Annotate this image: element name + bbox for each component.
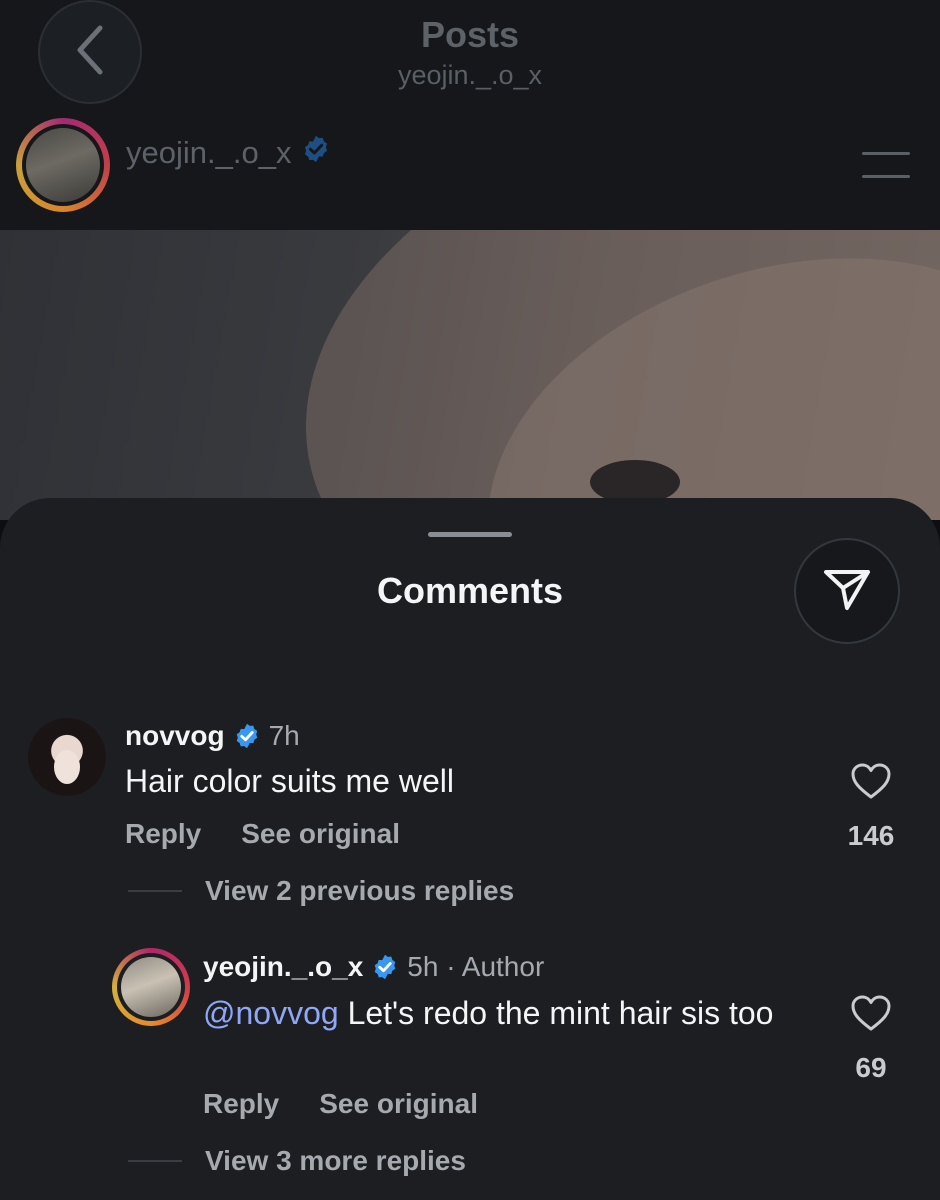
comment-header: yeojin._.o_x 5h · Author (203, 951, 544, 983)
verified-badge-icon (301, 134, 331, 172)
view-more-replies[interactable]: View 3 more replies (205, 1145, 466, 1177)
comment-header: novvog 7h (125, 720, 300, 752)
see-original-button[interactable]: See original (241, 818, 400, 850)
like-count: 146 (847, 820, 895, 851)
comment-text-body: Let's redo the mint hair sis too (338, 995, 774, 1031)
reply-button[interactable]: Reply (203, 1088, 279, 1120)
reply-button[interactable]: Reply (125, 818, 201, 850)
page-subtitle: yeojin._.o_x (397, 60, 543, 90)
post-header: Posts yeojin._.o_x yeojin._.o_x (0, 0, 940, 230)
drag-handle[interactable] (428, 532, 512, 537)
post-image (0, 230, 940, 520)
view-previous-replies[interactable]: View 2 previous replies (205, 875, 514, 907)
page-title: Posts (420, 14, 520, 55)
comment-text: Hair color suits me well (125, 762, 805, 801)
thread-line (128, 1160, 182, 1162)
comment-time: 7h (268, 720, 300, 751)
post-author-name: yeojin._.o_x (126, 135, 292, 170)
avatar[interactable] (28, 718, 106, 796)
mention-link[interactable]: @novvog (203, 995, 339, 1031)
verified-badge-icon (371, 953, 399, 981)
comment-text-body: Hair color suits me well (125, 763, 454, 799)
comment-actions: Reply See original (203, 1088, 478, 1120)
like-count: 69 (855, 1052, 887, 1083)
share-icon (820, 562, 874, 621)
see-original-button[interactable]: See original (319, 1088, 478, 1120)
comments-sheet: Comments novvog 7h Hair color suits me w… (0, 498, 940, 1200)
share-button[interactable] (794, 538, 900, 644)
menu-icon[interactable] (862, 152, 910, 178)
verified-badge-icon (233, 722, 261, 750)
comment-time: 5h · Author (407, 951, 545, 982)
heart-icon[interactable] (850, 762, 892, 800)
author-avatar[interactable] (16, 118, 110, 212)
heart-icon[interactable] (850, 994, 892, 1032)
comment-username[interactable]: novvog (125, 720, 225, 752)
comment-username[interactable]: yeojin._.o_x (203, 951, 363, 983)
post-author[interactable]: yeojin._.o_x (126, 134, 331, 172)
avatar[interactable] (112, 948, 190, 1026)
obscured-text (40, 0, 800, 8)
thread-line (128, 890, 182, 892)
comment-actions: Reply See original (125, 818, 400, 850)
comment-text: @novvog Let's redo the mint hair sis too (203, 994, 803, 1033)
